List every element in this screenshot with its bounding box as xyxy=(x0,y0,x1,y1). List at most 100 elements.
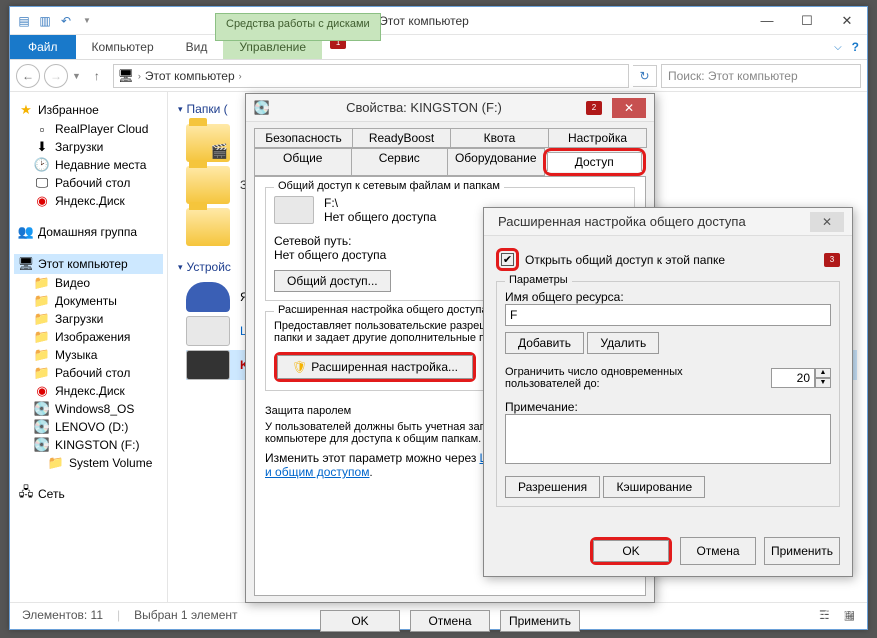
drive-icon: 💽 xyxy=(34,401,50,417)
nav-item[interactable]: 📁Видео xyxy=(14,274,163,292)
up-button[interactable]: ↑ xyxy=(85,64,109,88)
nav-item[interactable]: 💽LENOVO (D:) xyxy=(14,418,163,436)
nav-favorites-header[interactable]: ★Избранное xyxy=(14,100,163,120)
nav-homegroup-header[interactable]: 👥Домашняя группа xyxy=(14,222,163,242)
group-title: Общий доступ к сетевым файлам и папкам xyxy=(274,180,504,192)
share-button[interactable]: Общий доступ... xyxy=(274,270,391,292)
qat-dropdown-icon[interactable]: ▼ xyxy=(79,13,95,29)
minimize-button[interactable]: — xyxy=(747,9,787,33)
close-button[interactable]: ✕ xyxy=(810,212,844,232)
spin-up-icon[interactable]: ▲ xyxy=(815,368,831,378)
tab-customize[interactable]: Настройка xyxy=(548,128,647,148)
close-button[interactable]: ✕ xyxy=(612,98,646,118)
nav-item[interactable]: ▫RealPlayer Cloud xyxy=(14,120,163,138)
annotation-highlight-ok: OK xyxy=(590,537,672,565)
nav-item[interactable]: 📁Музыка xyxy=(14,346,163,364)
tab-quota[interactable]: Квота xyxy=(450,128,549,148)
back-button[interactable]: ← xyxy=(16,64,40,88)
recent-dropdown-icon[interactable]: ▼ xyxy=(72,71,81,81)
ribbon-expand-icon[interactable]: ⌵ xyxy=(834,42,842,53)
new-folder-icon[interactable]: ▥ xyxy=(37,13,53,29)
apply-button[interactable]: Применить xyxy=(764,537,840,565)
tab-hardware[interactable]: Оборудование xyxy=(447,148,545,176)
view-tiles-icon[interactable]: ▦ xyxy=(844,608,855,622)
ribbon-file-tab[interactable]: Файл xyxy=(10,35,76,59)
drive-icon: 💽 xyxy=(34,419,50,435)
tab-strip: Безопасность ReadyBoost Квота Настройка … xyxy=(246,122,654,176)
ribbon-tab-computer[interactable]: Компьютер xyxy=(76,35,170,59)
maximize-button[interactable]: ☐ xyxy=(787,9,827,33)
breadcrumb-root[interactable]: Этот компьютер xyxy=(145,69,235,83)
annotation-highlight-advanced-button: 🛡 Расширенная настройка... xyxy=(274,352,476,382)
share-status-label: Нет общего доступа xyxy=(324,210,436,224)
recent-icon: 🕑 xyxy=(34,157,50,173)
addr-arrow-icon[interactable]: › xyxy=(138,71,141,81)
dialog-titlebar[interactable]: 💽 Свойства: KINGSTON (F:) 2 ✕ xyxy=(246,94,654,122)
nav-label: Документы xyxy=(55,294,117,308)
spin-down-icon[interactable]: ▼ xyxy=(815,378,831,388)
nav-label: Загрузки xyxy=(55,140,103,154)
cancel-button[interactable]: Отмена xyxy=(680,537,756,565)
view-details-icon[interactable]: ☰ xyxy=(819,608,830,622)
nav-item[interactable]: ⬇Загрузки xyxy=(14,138,163,156)
button-label: Расширенная настройка... xyxy=(311,360,458,374)
context-tab-drivetools[interactable]: Средства работы с дисками xyxy=(215,13,381,41)
share-folder-checkbox[interactable]: ✔ xyxy=(501,253,514,266)
nav-thispc-header[interactable]: 🖥Этот компьютер xyxy=(14,254,163,274)
music-icon: 📁 xyxy=(34,347,50,363)
nav-network-header[interactable]: 🖧Сеть xyxy=(14,484,163,504)
nav-item[interactable]: 📁Загрузки xyxy=(14,310,163,328)
cancel-button[interactable]: Отмена xyxy=(410,610,490,632)
nav-item[interactable]: 📁Документы xyxy=(14,292,163,310)
nav-label: Этот компьютер xyxy=(38,257,128,271)
help-icon[interactable]: ? xyxy=(852,40,859,54)
nav-item[interactable]: ◉Яндекс.Диск xyxy=(14,382,163,400)
add-button[interactable]: Добавить xyxy=(505,332,584,354)
caching-button[interactable]: Кэширование xyxy=(603,476,705,498)
navigation-pane: ★Избранное ▫RealPlayer Cloud ⬇Загрузки 🕑… xyxy=(10,92,168,602)
group-parameters: Параметры Имя общего ресурса: Добавить У… xyxy=(496,281,840,507)
nav-item[interactable]: 📁System Volume xyxy=(14,454,163,472)
share-name-input[interactable] xyxy=(505,304,831,326)
properties-icon[interactable]: ▤ xyxy=(16,13,32,29)
nav-item[interactable]: ◉Яндекс.Диск xyxy=(14,192,163,210)
desktop-icon: 📁 xyxy=(34,365,50,381)
nav-item[interactable]: 🖵Рабочий стол xyxy=(14,174,163,192)
addressbar[interactable]: 🖥 › Этот компьютер › xyxy=(113,64,629,88)
dialog-titlebar[interactable]: Расширенная настройка общего доступа ✕ xyxy=(484,208,852,236)
star-icon: ★ xyxy=(18,102,34,118)
advanced-sharing-button[interactable]: 🛡 Расширенная настройка... xyxy=(277,355,473,379)
nav-item[interactable]: 💽KINGSTON (F:) xyxy=(14,436,163,454)
nav-label: KINGSTON (F:) xyxy=(55,438,139,452)
ribbon-manage-label: Управление xyxy=(239,40,306,54)
nav-item[interactable]: 💽Windows8_OS xyxy=(14,400,163,418)
ok-button[interactable]: OK xyxy=(593,540,669,562)
tab-general[interactable]: Общие xyxy=(254,148,352,176)
apply-button[interactable]: Применить xyxy=(500,610,580,632)
nav-item[interactable]: 🕑Недавние места xyxy=(14,156,163,174)
tab-readyboost[interactable]: ReadyBoost xyxy=(352,128,451,148)
refresh-button[interactable]: ↻ xyxy=(633,65,657,87)
tab-tools[interactable]: Сервис xyxy=(351,148,449,176)
dialog-footer: OK Отмена Применить xyxy=(246,604,654,638)
user-limit-stepper[interactable]: ▲ ▼ xyxy=(771,368,831,388)
nav-item[interactable]: 📁Рабочий стол xyxy=(14,364,163,382)
permissions-button[interactable]: Разрешения xyxy=(505,476,600,498)
onedrive-icon xyxy=(186,282,230,312)
user-limit-input[interactable] xyxy=(771,368,815,388)
close-button[interactable]: ✕ xyxy=(827,9,867,33)
share-folder-label: Открыть общий доступ к этой папке xyxy=(525,253,725,267)
ok-button[interactable]: OK xyxy=(320,610,400,632)
drive-icon xyxy=(274,196,314,224)
search-input[interactable]: Поиск: Этот компьютер xyxy=(661,64,861,88)
forward-button[interactable]: → xyxy=(44,64,68,88)
undo-icon[interactable]: ↶ xyxy=(58,13,74,29)
annotation-marker-2: 2 xyxy=(586,101,602,115)
note-textarea[interactable] xyxy=(505,414,831,464)
share-name-label: Имя общего ресурса: xyxy=(505,290,831,304)
nav-item[interactable]: 📁Изображения xyxy=(14,328,163,346)
addr-arrow-icon[interactable]: › xyxy=(239,71,242,81)
remove-button[interactable]: Удалить xyxy=(587,332,659,354)
tab-sharing[interactable]: Доступ xyxy=(547,152,643,172)
tab-security[interactable]: Безопасность xyxy=(254,128,353,148)
